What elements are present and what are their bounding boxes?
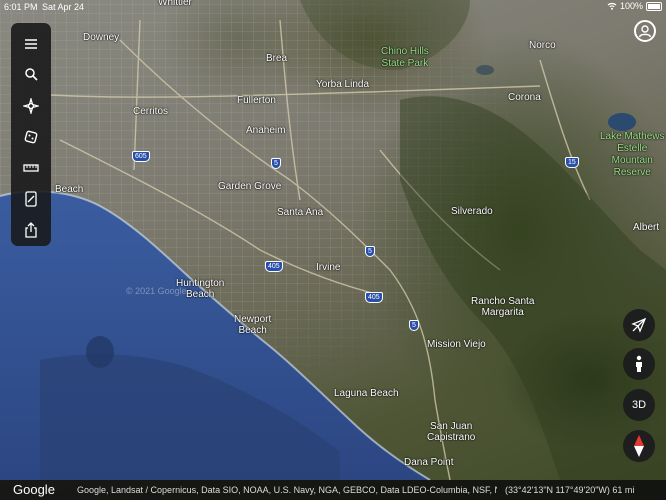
compass-icon [634,435,644,457]
place-garden-grove: Garden Grove [218,181,282,192]
place-mission-viejo: Mission Viejo [427,339,486,350]
left-toolbar [11,23,51,246]
place-san-juan-capistrano: San Juan Capistrano [427,421,476,443]
battery-icon [646,1,662,11]
coordinates-readout: (33°42'13"N 117°49'20"W) 61 mi [505,485,635,495]
place-cerritos: Cerritos [133,106,169,117]
submarine-canyon [86,336,114,368]
road-57 [279,19,301,201]
battery-percent: 100% [619,1,643,11]
highway-shield-5: 5 [409,320,419,331]
share-icon[interactable] [20,219,42,241]
highway-shield-5: 5 [365,246,375,257]
place-santa-ana: Santa Ana [277,207,324,218]
toggle-3d-button[interactable]: 3D [623,389,655,421]
place-yorba-linda: Yorba Linda [316,79,370,90]
highway-shield-405: 405 [365,292,383,303]
status-bar: 6:01 PM Sat Apr 24 100% [0,0,666,14]
place-silverado: Silverado [451,206,493,217]
place-fullerton: Fullerton [237,95,276,106]
sea-watermark: © 2021 Google [126,286,187,296]
voyager-icon[interactable] [20,95,42,117]
place-corona: Corona [508,92,541,103]
data-attribution[interactable]: Google, Landsat / Copernicus, Data SIO, … [77,485,497,495]
compass-button[interactable] [623,430,655,462]
street-view-button[interactable] [623,348,655,380]
place-brea: Brea [266,53,288,64]
location-button[interactable] [623,309,655,341]
measure-icon[interactable] [20,157,42,179]
place-laguna-beach: Laguna Beach [334,388,399,399]
projects-icon[interactable] [20,188,42,210]
place-rancho-santa-margarita: Rancho Santa Margarita [471,296,535,318]
satellite-map[interactable]: Whittier Downey Brea Yorba Linda Fullert… [0,0,666,500]
account-button[interactable] [634,20,656,42]
pegman-icon [636,355,642,372]
park-chino-hills: Chino Hills State Park [381,46,429,69]
place-newport-beach: Newport Beach [234,314,272,336]
status-right: 100% [607,1,662,11]
park-lake-mathews: Lake Mathews Estelle Mountain Reserve [600,131,665,178]
bottom-bar: Google Google, Landsat / Copernicus, Dat… [0,480,666,500]
place-albert: Albert [633,222,660,233]
road-91 [49,85,541,98]
location-off-icon [631,317,647,333]
place-downey: Downey [83,32,120,43]
place-dana-point: Dana Point [404,457,454,468]
wifi-icon [607,2,617,10]
search-icon[interactable] [20,63,42,85]
highway-shield-15: 15 [565,157,579,168]
account-icon [638,25,652,38]
highway-shield-5: 5 [271,158,281,169]
place-irvine: Irvine [316,262,341,273]
place-norco: Norco [529,40,556,51]
feeling-lucky-icon[interactable] [20,126,42,148]
status-date: Sat Apr 24 [42,2,85,12]
google-logo: Google [13,482,55,497]
reservoir [476,65,494,75]
status-time: 6:01 PM [4,2,38,12]
place-anaheim: Anaheim [246,125,286,136]
place-beach: Beach [55,184,84,195]
map-geography [0,0,666,481]
road-605 [133,19,141,171]
highway-shield-405: 405 [265,261,283,272]
menu-icon[interactable] [20,33,42,55]
highway-shield-605: 605 [132,151,150,162]
lake-mathews [608,113,636,131]
